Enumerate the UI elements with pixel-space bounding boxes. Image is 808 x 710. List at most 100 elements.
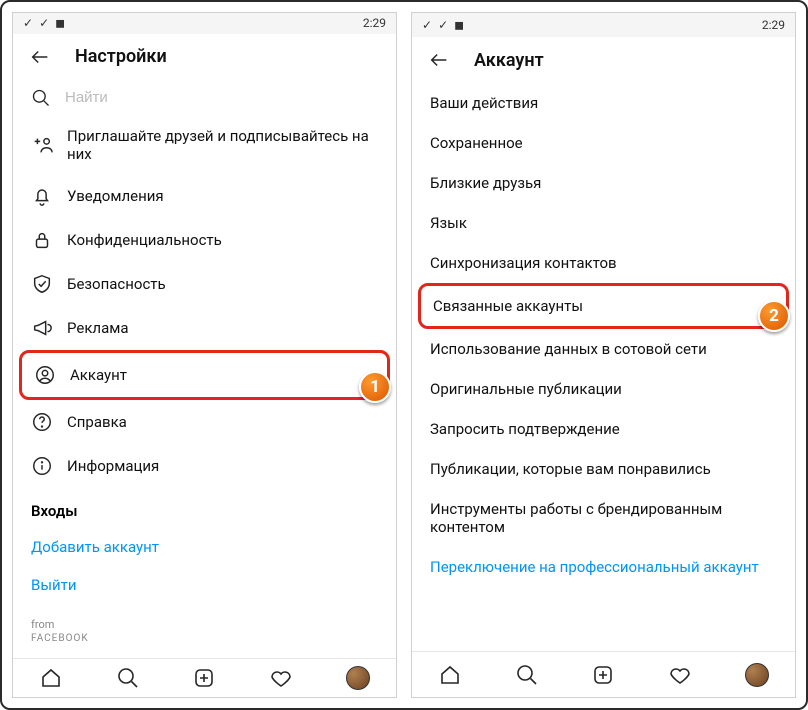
header: Настройки bbox=[13, 34, 396, 80]
item-privacy[interactable]: Конфиденциальность bbox=[13, 218, 396, 262]
status-time: 2:29 bbox=[762, 18, 785, 32]
item-branded[interactable]: Инструменты работы с брендированным конт… bbox=[412, 489, 795, 547]
heart-icon bbox=[668, 663, 692, 687]
item-label: Безопасность bbox=[67, 275, 166, 293]
checkmark-icon: ✓ bbox=[422, 18, 432, 32]
info-icon bbox=[31, 455, 53, 477]
item-label: Ваши действия bbox=[430, 94, 538, 112]
item-close-friends[interactable]: Близкие друзья bbox=[412, 163, 795, 203]
user-plus-icon bbox=[31, 134, 53, 156]
tab-activity[interactable] bbox=[243, 659, 320, 697]
lock-icon bbox=[31, 229, 53, 251]
item-label: Близкие друзья bbox=[430, 174, 541, 192]
item-ads[interactable]: Реклама bbox=[13, 306, 396, 350]
back-icon[interactable] bbox=[29, 46, 51, 68]
heart-icon bbox=[269, 666, 293, 690]
item-label: Конфиденциальность bbox=[67, 231, 222, 249]
item-linked-accounts[interactable]: Связанные аккаунты 2 bbox=[418, 283, 789, 329]
search-input[interactable] bbox=[65, 89, 378, 106]
tab-home[interactable] bbox=[412, 652, 489, 697]
item-label: Оригинальные публикации bbox=[430, 380, 622, 398]
phone-account: ✓ ✓ ◼ 2:29 Аккаунт Ваши действия Сохране… bbox=[411, 12, 796, 698]
item-contacts[interactable]: Синхронизация контактов bbox=[412, 243, 795, 283]
plus-square-icon bbox=[591, 663, 615, 687]
item-label: Язык bbox=[430, 214, 467, 232]
brand-from: from bbox=[31, 618, 378, 631]
item-label: Приглашайте друзей и подписывайтесь на н… bbox=[67, 127, 378, 163]
item-original-posts[interactable]: Оригинальные публикации bbox=[412, 369, 795, 409]
tab-search[interactable] bbox=[90, 659, 167, 697]
item-label: Реклама bbox=[67, 319, 129, 337]
search-icon bbox=[116, 666, 140, 690]
status-icons-left: ✓ ✓ ◼ bbox=[422, 18, 464, 32]
item-label: Синхронизация контактов bbox=[430, 254, 617, 272]
item-data-usage[interactable]: Использование данных в сотовой сети bbox=[412, 329, 795, 369]
item-saved[interactable]: Сохраненное bbox=[412, 123, 795, 163]
megaphone-icon bbox=[31, 317, 53, 339]
avatar-icon bbox=[346, 666, 370, 690]
status-bar: ✓ ✓ ◼ 2:29 bbox=[13, 13, 396, 34]
item-notifications[interactable]: Уведомления bbox=[13, 174, 396, 218]
search-icon bbox=[31, 88, 51, 108]
back-icon[interactable] bbox=[428, 49, 450, 71]
tab-profile[interactable] bbox=[718, 652, 795, 697]
section-logins: Входы bbox=[13, 488, 396, 528]
footer-brand: from FACEBOOK bbox=[13, 604, 396, 658]
page-title: Настройки bbox=[75, 46, 167, 67]
link-logout[interactable]: Выйти bbox=[13, 566, 396, 604]
item-label: Справка bbox=[67, 413, 127, 431]
item-liked[interactable]: Публикации, которые вам понравились bbox=[412, 449, 795, 489]
avatar-icon bbox=[745, 663, 769, 687]
item-invite[interactable]: Приглашайте друзей и подписывайтесь на н… bbox=[13, 116, 396, 174]
item-activity[interactable]: Ваши действия bbox=[412, 83, 795, 123]
item-security[interactable]: Безопасность bbox=[13, 262, 396, 306]
home-icon bbox=[39, 666, 63, 690]
help-icon bbox=[31, 411, 53, 433]
tab-new[interactable] bbox=[565, 652, 642, 697]
item-label: Информация bbox=[67, 457, 159, 475]
bell-icon bbox=[31, 185, 53, 207]
tab-bar bbox=[13, 658, 396, 697]
checkmark-icon: ✓ bbox=[438, 18, 448, 32]
item-about[interactable]: Информация bbox=[13, 444, 396, 488]
square-icon: ◼ bbox=[454, 18, 464, 32]
shield-icon bbox=[31, 273, 53, 295]
tab-home[interactable] bbox=[13, 659, 90, 697]
item-label: Аккаунт bbox=[70, 366, 127, 384]
item-account[interactable]: Аккаунт 1 bbox=[19, 350, 390, 400]
plus-square-icon bbox=[192, 666, 216, 690]
search-icon bbox=[515, 663, 539, 687]
home-icon bbox=[438, 663, 462, 687]
brand-name: FACEBOOK bbox=[31, 633, 89, 644]
square-icon: ◼ bbox=[55, 16, 65, 30]
item-label: Использование данных в сотовой сети bbox=[430, 340, 707, 358]
search-row[interactable] bbox=[13, 80, 396, 116]
user-circle-icon bbox=[34, 364, 56, 386]
item-switch-pro[interactable]: Переключение на профессиональный аккаунт bbox=[412, 547, 795, 587]
item-label: Сохраненное bbox=[430, 134, 523, 152]
item-language[interactable]: Язык bbox=[412, 203, 795, 243]
link-add-account[interactable]: Добавить аккаунт bbox=[13, 528, 396, 566]
item-label: Переключение на профессиональный аккаунт bbox=[430, 558, 759, 576]
item-label: Публикации, которые вам понравились bbox=[430, 460, 711, 478]
tab-new[interactable] bbox=[166, 659, 243, 697]
item-label: Запросить подтверждение bbox=[430, 420, 620, 438]
checkmark-icon: ✓ bbox=[39, 16, 49, 30]
annotation-badge-2: 2 bbox=[758, 300, 790, 332]
item-verify[interactable]: Запросить подтверждение bbox=[412, 409, 795, 449]
status-icons-left: ✓ ✓ ◼ bbox=[23, 16, 65, 30]
checkmark-icon: ✓ bbox=[23, 16, 33, 30]
page-title: Аккаунт bbox=[474, 50, 544, 71]
tab-activity[interactable] bbox=[642, 652, 719, 697]
item-label: Инструменты работы с брендированным конт… bbox=[430, 500, 777, 536]
tab-bar bbox=[412, 651, 795, 697]
tab-profile[interactable] bbox=[319, 659, 396, 697]
status-time: 2:29 bbox=[363, 16, 386, 30]
tab-search[interactable] bbox=[489, 652, 566, 697]
item-label: Уведомления bbox=[67, 187, 164, 205]
annotation-badge-1: 1 bbox=[359, 371, 391, 403]
item-label: Связанные аккаунты bbox=[433, 297, 583, 315]
header: Аккаунт bbox=[412, 37, 795, 83]
item-help[interactable]: Справка bbox=[13, 400, 396, 444]
status-bar: ✓ ✓ ◼ 2:29 bbox=[412, 13, 795, 37]
